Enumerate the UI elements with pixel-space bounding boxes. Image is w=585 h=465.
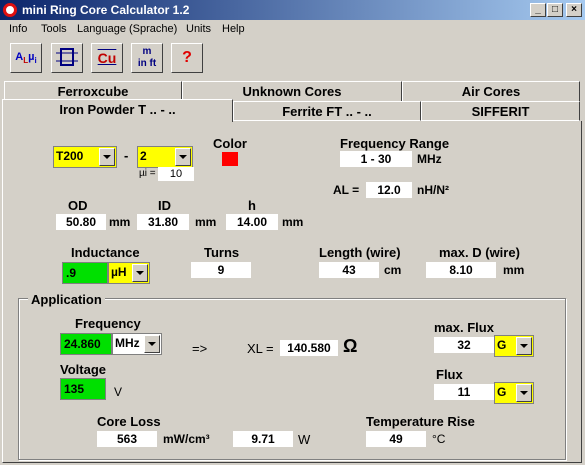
chevron-down-icon[interactable] <box>99 148 115 166</box>
app-frequency-value: 24.860 <box>64 337 101 351</box>
chevron-down-icon[interactable] <box>516 337 532 355</box>
inductance-input[interactable]: .9 <box>62 262 108 284</box>
flux-label: Flux <box>436 367 463 382</box>
menu-language[interactable]: Language (Sprache) <box>77 23 177 35</box>
power-value: 9.71 <box>233 431 293 447</box>
maximize-button[interactable]: □ <box>547 3 563 17</box>
temperature-unit: °C <box>432 432 446 446</box>
application-label: Application <box>28 292 105 307</box>
tab-unknown-cores[interactable]: Unknown Cores <box>182 81 402 101</box>
core-mix-value: 2 <box>140 149 147 163</box>
al-mu-button[interactable]: ALµi <box>10 43 42 73</box>
app-ring-icon[interactable] <box>3 3 17 17</box>
power-unit: W <box>298 432 311 447</box>
inductance-unit-select[interactable]: µH <box>108 262 150 284</box>
copper-button[interactable]: Cu <box>91 43 123 73</box>
h-value: 14.00 <box>226 214 278 230</box>
h-unit: mm <box>282 215 304 229</box>
core-loss-value: 563 <box>97 431 157 447</box>
chevron-down-icon[interactable] <box>132 264 148 282</box>
ohm-icon: Ω <box>343 336 358 356</box>
wire-length-unit: cm <box>384 263 402 277</box>
max-flux-label: max. Flux <box>434 320 494 335</box>
turns-value: 9 <box>191 262 251 278</box>
wire-d-value: 8.10 <box>426 262 496 278</box>
arrow-indicator: => <box>192 341 208 356</box>
chevron-down-icon[interactable] <box>175 148 191 166</box>
al-value: 12.0 <box>366 182 412 198</box>
voltage-label: Voltage <box>60 362 106 377</box>
app-frequency-label: Frequency <box>75 316 141 331</box>
h-label: h <box>248 198 256 213</box>
od-label: OD <box>68 198 88 213</box>
wire-d-label: max. D (wire) <box>439 245 520 260</box>
window-title: mini Ring Core Calculator 1.2 <box>22 3 190 17</box>
mu-label: µi = <box>139 168 156 179</box>
temperature-value: 49 <box>366 431 426 447</box>
core-separator: - <box>124 148 129 163</box>
inductance-value: .9 <box>66 266 77 280</box>
frequency-range-value: 1 - 30 <box>340 151 412 167</box>
turns-label: Turns <box>204 245 240 260</box>
core-color-swatch <box>222 152 238 166</box>
inductance-label: Inductance <box>71 245 140 260</box>
units-button[interactable]: m in ft <box>131 43 163 73</box>
close-button[interactable]: × <box>566 3 582 17</box>
max-flux-unit-value: G <box>497 338 507 352</box>
voltage-value: 135 <box>64 382 85 396</box>
tab-air-cores[interactable]: Air Cores <box>402 81 580 101</box>
winding-button[interactable] <box>51 43 83 73</box>
od-value: 50.80 <box>56 214 106 230</box>
chevron-down-icon[interactable] <box>144 335 160 353</box>
id-value: 31.80 <box>137 214 189 230</box>
color-label: Color <box>213 136 247 151</box>
menu-help[interactable]: Help <box>222 23 245 35</box>
max-flux-unit-select[interactable]: G <box>494 335 534 357</box>
tab-sifferit[interactable]: SIFFERIT <box>421 101 580 121</box>
al-unit: nH/N² <box>417 183 449 197</box>
al-label: AL = <box>333 183 360 197</box>
menu-units[interactable]: Units <box>186 23 211 35</box>
voltage-input[interactable]: 135 <box>60 378 106 400</box>
coil-icon <box>56 48 78 66</box>
frequency-range-label: Frequency Range <box>340 136 450 151</box>
minimize-button[interactable]: _ <box>530 3 546 17</box>
mu-value: 10 <box>158 167 194 181</box>
core-loss-label: Core Loss <box>97 414 161 429</box>
od-unit: mm <box>109 215 131 229</box>
tab-ferrite-ft[interactable]: Ferrite FT .. - .. <box>233 101 421 121</box>
tab-ferroxcube[interactable]: Ferroxcube <box>4 81 182 101</box>
wire-d-unit: mm <box>503 263 525 277</box>
flux-value: 11 <box>434 384 494 400</box>
id-unit: mm <box>195 215 217 229</box>
flux-unit-value: G <box>497 385 507 399</box>
core-type-select[interactable]: T200 <box>53 146 117 168</box>
max-flux-value: 32 <box>434 337 494 353</box>
temperature-label: Temperature Rise <box>366 414 475 429</box>
core-type-value: T200 <box>56 149 84 163</box>
core-mix-select[interactable]: 2 <box>137 146 193 168</box>
app-frequency-unit-select[interactable]: MHz <box>112 333 162 355</box>
chevron-down-icon[interactable] <box>516 384 532 402</box>
menu-tools[interactable]: Tools <box>41 23 67 35</box>
tab-iron-powder[interactable]: Iron Powder T .. - .. <box>2 99 233 122</box>
xl-label: XL = <box>247 341 274 356</box>
frequency-range-unit: MHz <box>417 152 442 166</box>
core-loss-unit: mW/cm³ <box>163 432 210 446</box>
app-frequency-unit-value: MHz <box>115 336 140 350</box>
voltage-unit: V <box>114 385 123 399</box>
wire-length-label: Length (wire) <box>319 245 401 260</box>
help-button[interactable]: ? <box>171 43 203 73</box>
menu-info[interactable]: Info <box>9 23 27 35</box>
wire-length-value: 43 <box>319 262 379 278</box>
xl-value: 140.580 <box>280 340 338 356</box>
app-frequency-input[interactable]: 24.860 <box>60 333 112 355</box>
inductance-unit-value: µH <box>111 265 127 279</box>
flux-unit-select[interactable]: G <box>494 382 534 404</box>
id-label: ID <box>158 198 171 213</box>
